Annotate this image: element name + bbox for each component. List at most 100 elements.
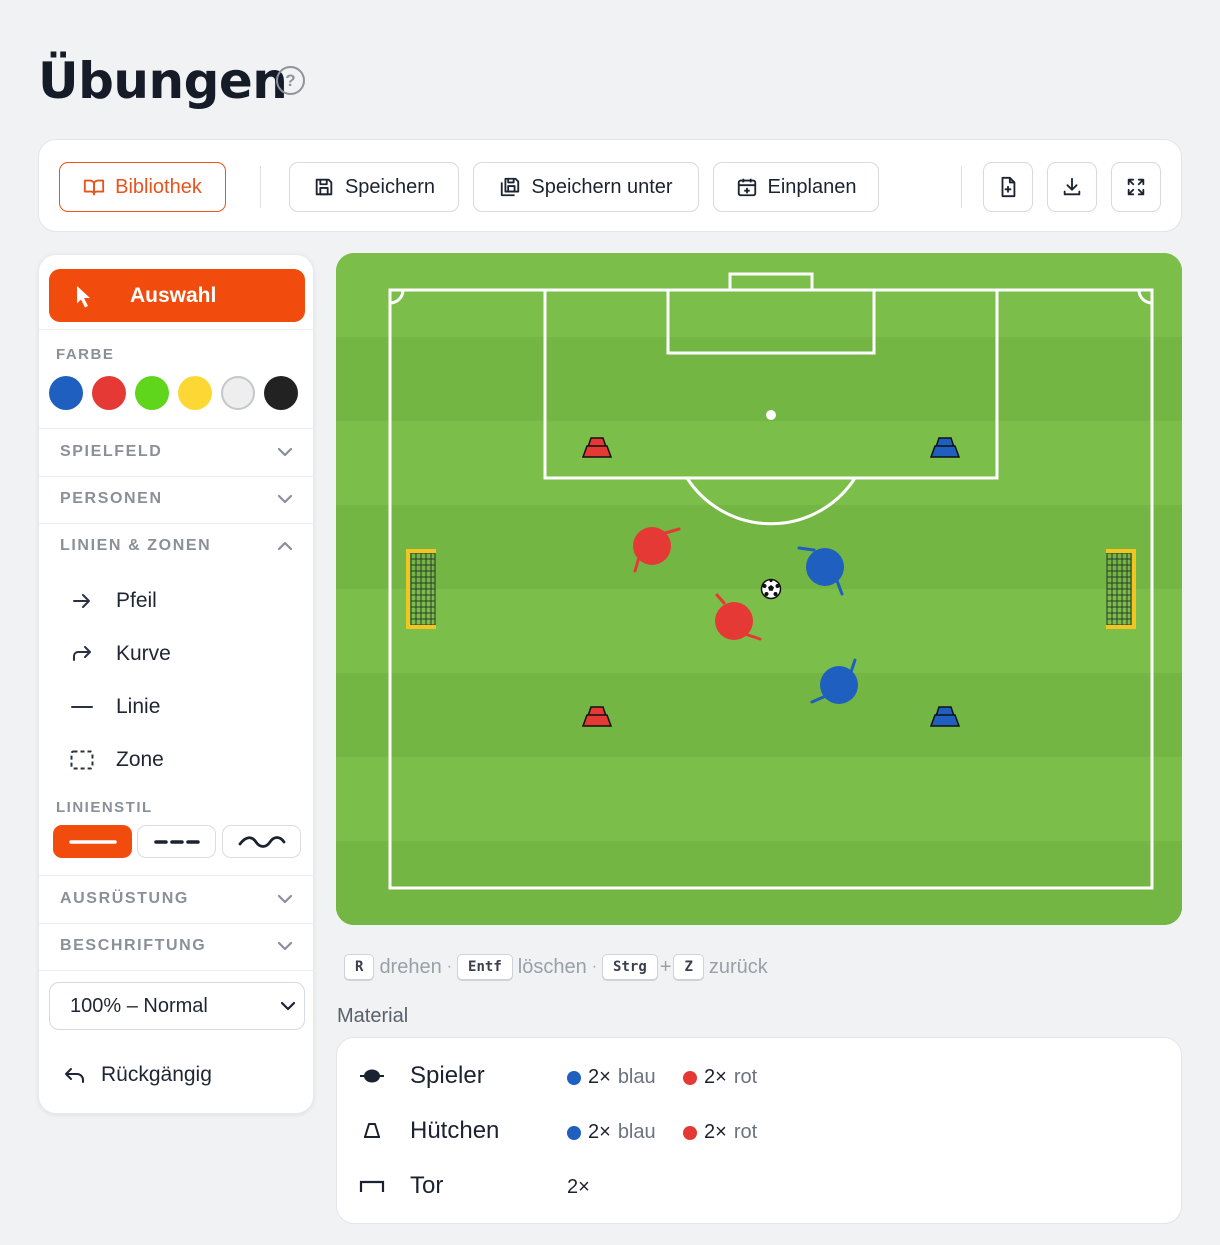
- select-tool-button[interactable]: Auswahl: [49, 269, 305, 322]
- zoom-select[interactable]: 100% – Normal: [49, 982, 305, 1030]
- new-file-icon: [1001, 176, 1016, 198]
- keyboard-hints: R drehen · Entf löschen · Strg + Z zurüc…: [344, 954, 768, 980]
- goal-icon: [359, 1174, 385, 1198]
- section-equipment[interactable]: AUSRÜSTUNG: [39, 876, 315, 922]
- color-swatch-yellow[interactable]: [178, 376, 212, 410]
- fullscreen-icon: [1127, 178, 1145, 196]
- red-dot: [683, 1070, 697, 1085]
- rotate-key: R: [344, 954, 375, 980]
- red-dot: [683, 1125, 697, 1140]
- download-button[interactable]: [1047, 162, 1097, 212]
- tool-arrow-label: Pfeil: [116, 588, 157, 612]
- color-name: blau: [617, 1066, 656, 1088]
- material-count-blue: 2× blau: [567, 1066, 656, 1089]
- color-palette: [49, 376, 298, 410]
- color-name: rot: [733, 1066, 758, 1088]
- arrow-right-icon: [70, 589, 94, 613]
- library-button[interactable]: Bibliothek: [59, 162, 226, 212]
- line-style-label: LINIENSTIL: [56, 799, 153, 816]
- pitch-drawing: [336, 253, 1182, 925]
- divider: [39, 970, 315, 971]
- chevron-down-icon: [277, 447, 293, 457]
- tool-curve-label: Kurve: [116, 641, 171, 665]
- select-tool-label: Auswahl: [130, 283, 217, 307]
- question-circle-icon[interactable]: ?: [276, 66, 305, 95]
- section-labels-label: BESCHRIFTUNG: [60, 937, 207, 954]
- material-row-cones: Hütchen 2× blau 2× rot: [337, 1111, 1183, 1151]
- line-style-wavy-button[interactable]: [222, 825, 301, 858]
- section-field[interactable]: SPIELFELD: [39, 429, 315, 475]
- material-name: Spieler: [410, 1062, 485, 1089]
- cone-icon: [359, 1119, 385, 1143]
- blue-dot: [567, 1125, 581, 1140]
- plus-sign: +: [659, 955, 672, 978]
- count: 2×: [704, 1121, 727, 1143]
- color-swatch-black[interactable]: [264, 376, 298, 410]
- cursor-icon: [77, 286, 90, 308]
- divider: [39, 329, 315, 330]
- color-swatch-white[interactable]: [221, 376, 255, 410]
- material-name: Tor: [410, 1172, 444, 1199]
- tool-line[interactable]: Linie: [39, 680, 315, 733]
- material-count: 2×: [567, 1176, 590, 1199]
- color-swatch-red[interactable]: [92, 376, 126, 410]
- ctrl-key: Strg: [602, 954, 658, 980]
- material-row-players: Spieler 2× blau 2× rot: [337, 1056, 1183, 1096]
- tool-sidebar: Auswahl FARBE SPIELFELD PERSONEN LINIEN …: [38, 254, 315, 1114]
- chevron-up-icon: [277, 541, 293, 551]
- save-label: Speichern: [344, 175, 436, 198]
- toolbar-separator: [260, 166, 261, 208]
- undo-button[interactable]: Rückgängig: [63, 1060, 212, 1090]
- material-name: Hütchen: [410, 1117, 500, 1144]
- color-label: FARBE: [56, 346, 115, 363]
- undo-hint: zurück: [708, 955, 768, 978]
- zone-icon: [70, 748, 94, 772]
- line-style-solid-button[interactable]: [53, 825, 132, 858]
- color-swatch-blue[interactable]: [49, 376, 83, 410]
- new-file-button[interactable]: [983, 162, 1033, 212]
- color-swatch-green[interactable]: [135, 376, 169, 410]
- schedule-label: Einplanen: [767, 175, 857, 198]
- chevron-down-icon: [277, 941, 293, 951]
- page-title: Übungen: [38, 52, 288, 110]
- chevron-down-icon: [277, 894, 293, 904]
- section-lines-zones-label: LINIEN & ZONEN: [60, 537, 212, 554]
- grass-stripe: [336, 841, 1182, 925]
- save-as-icon: [501, 177, 520, 197]
- zoom-value: 100% – Normal: [70, 994, 208, 1017]
- chevron-down-icon: [280, 1001, 296, 1011]
- tool-arrow[interactable]: Pfeil: [39, 574, 315, 627]
- ball[interactable]: [760, 578, 782, 600]
- schedule-button[interactable]: Einplanen: [713, 162, 879, 212]
- save-button[interactable]: Speichern: [289, 162, 459, 212]
- color-name: rot: [733, 1121, 758, 1143]
- download-icon: [1063, 177, 1081, 196]
- section-labels[interactable]: BESCHRIFTUNG: [39, 923, 315, 969]
- tool-line-label: Linie: [116, 694, 161, 718]
- save-as-button[interactable]: Speichern unter: [473, 162, 699, 212]
- rotate-hint: drehen: [379, 955, 442, 978]
- z-key: Z: [673, 954, 704, 980]
- hint-separator: ·: [591, 958, 598, 975]
- material-row-goals: Tor 2×: [337, 1166, 1183, 1206]
- material-count-red: 2× rot: [683, 1121, 757, 1144]
- material-count-blue: 2× blau: [567, 1121, 656, 1144]
- grass-stripe: [336, 337, 1182, 421]
- grass-stripe: [336, 673, 1182, 757]
- section-lines-zones[interactable]: LINIEN & ZONEN: [39, 523, 315, 569]
- calendar-plus-icon: [737, 178, 756, 197]
- section-persons[interactable]: PERSONEN: [39, 476, 315, 522]
- tool-zone[interactable]: Zone: [39, 733, 315, 786]
- color-name: blau: [617, 1121, 656, 1143]
- line-icon: [70, 695, 94, 719]
- tool-curve[interactable]: Kurve: [39, 627, 315, 680]
- toolbar-separator: [961, 166, 962, 208]
- delete-hint: löschen: [517, 955, 587, 978]
- grass-stripe: [336, 505, 1182, 589]
- pitch-canvas[interactable]: [336, 253, 1182, 925]
- penalty-spot: [766, 410, 776, 420]
- line-style-dashed-button[interactable]: [137, 825, 216, 858]
- count: 2×: [588, 1121, 611, 1143]
- delete-key: Entf: [457, 954, 513, 980]
- fullscreen-button[interactable]: [1111, 162, 1161, 212]
